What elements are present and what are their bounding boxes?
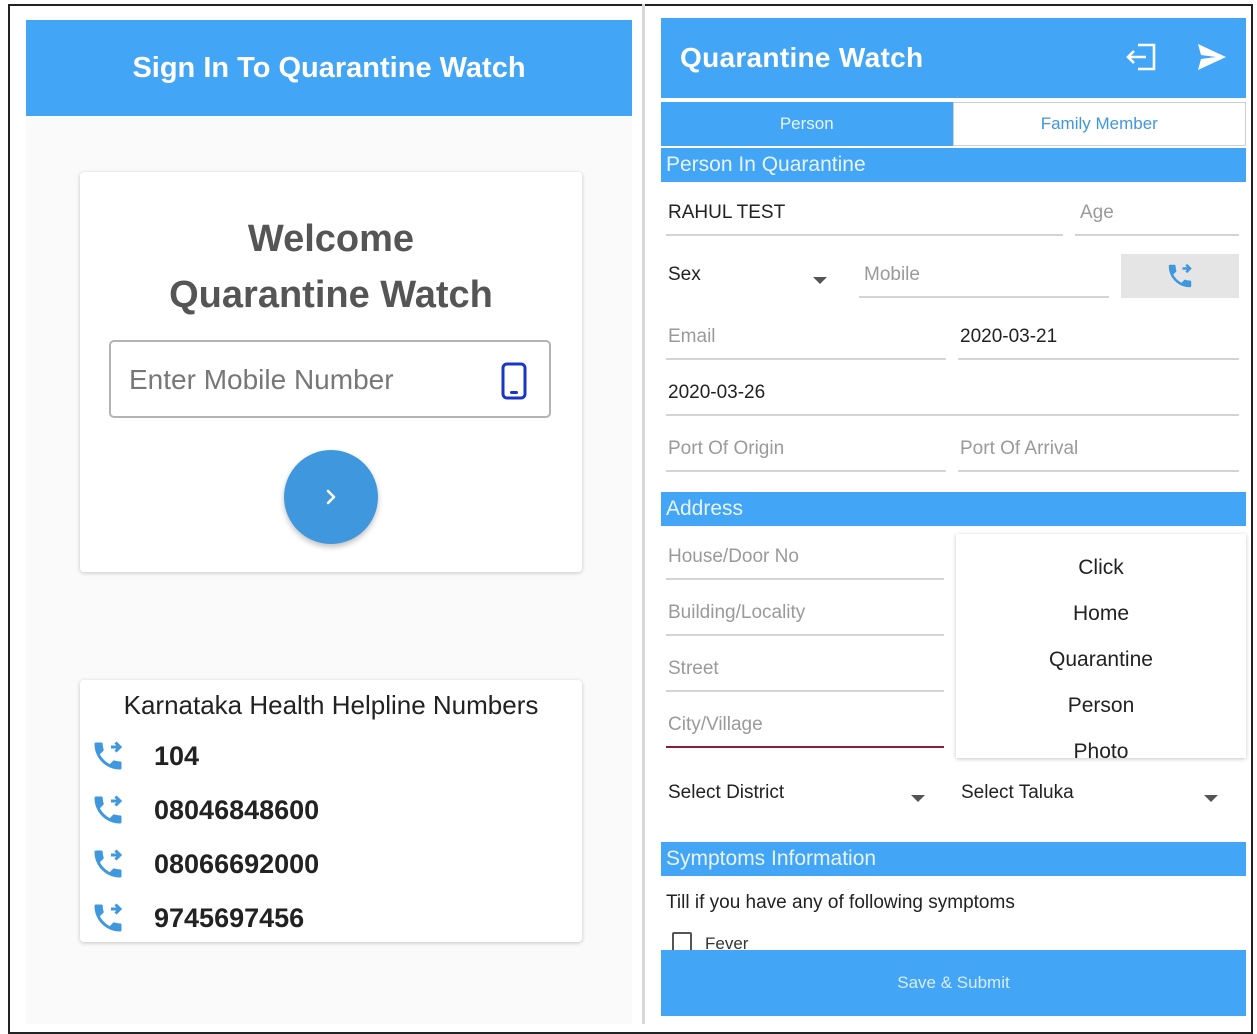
- phone-forward-icon: [94, 903, 123, 932]
- helpline-number: 9745697456: [154, 902, 305, 933]
- taluka-label: Select Taluka: [961, 782, 1074, 803]
- send-icon[interactable]: [1196, 42, 1228, 77]
- district-label: Select District: [668, 782, 785, 803]
- house-door-field[interactable]: House/Door No: [666, 546, 944, 580]
- date-field-1[interactable]: 2020-03-21: [958, 326, 1239, 360]
- form-app-title: Quarantine Watch: [680, 42, 924, 73]
- person-section-header: Person In Quarantine: [661, 148, 1246, 182]
- save-submit-button[interactable]: Save & Submit: [661, 950, 1246, 1016]
- signin-title: Sign In To Quarantine Watch: [132, 51, 526, 84]
- street-field[interactable]: Street: [666, 658, 944, 692]
- screen-divider: [642, 4, 645, 1024]
- welcome-heading-line1: Welcome: [247, 218, 415, 260]
- sex-dropdown[interactable]: Sex: [666, 264, 836, 298]
- date-field-2[interactable]: 2020-03-26: [666, 382, 1239, 416]
- address-section-header: Address: [661, 492, 1246, 526]
- quarantine-form-screen: Quarantine Watch Person Family Member Pe…: [661, 18, 1246, 1024]
- mobile-field[interactable]: Mobile: [859, 264, 1109, 298]
- home-quarantine-photo-button[interactable]: Click Home Quarantine Person Photo: [956, 534, 1246, 763]
- district-dropdown-arrow-icon: [911, 795, 925, 802]
- phone-forward-icon: [94, 795, 123, 824]
- photo-label-line: Quarantine: [1049, 648, 1153, 671]
- chevron-right-icon: [326, 489, 336, 505]
- symptoms-section-header: Symptoms Information: [661, 842, 1246, 876]
- save-submit-label: Save & Submit: [897, 973, 1010, 992]
- mobile-number-input[interactable]: [127, 360, 491, 400]
- sex-label: Sex: [668, 264, 701, 285]
- helpline-row[interactable]: 104: [90, 736, 199, 776]
- signin-screen: Sign In To Quarantine Watch Welcome Quar…: [26, 20, 632, 1024]
- helpline-number: 08066692000: [154, 848, 320, 879]
- helpline-title: Karnataka Health Helpline Numbers: [123, 690, 539, 720]
- phone-forward-icon: [1168, 263, 1192, 288]
- phone-forward-icon: [94, 849, 123, 878]
- tab-person[interactable]: Person: [661, 102, 953, 146]
- welcome-card: Welcome Quarantine Watch: [80, 172, 582, 572]
- photo-label-line: Person: [1067, 694, 1135, 717]
- district-dropdown[interactable]: Select District: [666, 782, 936, 816]
- mobile-phone-icon: [501, 362, 527, 405]
- logout-icon[interactable]: [1124, 40, 1160, 79]
- name-field[interactable]: RAHUL TEST: [666, 202, 1063, 236]
- fever-checkbox[interactable]: [672, 932, 692, 952]
- helpline-card: Karnataka Health Helpline Numbers 104 08…: [80, 680, 582, 942]
- city-village-field[interactable]: City/Village: [666, 714, 944, 748]
- address-fields: House/Door No Building/Locality Street C…: [661, 534, 949, 758]
- helpline-row[interactable]: 08046848600: [90, 790, 319, 830]
- symptoms-prompt: Till if you have any of following sympto…: [666, 892, 1015, 913]
- photo-label-line: Click: [1078, 556, 1124, 579]
- tab-family-member[interactable]: Family Member: [952, 102, 1246, 146]
- taluka-dropdown[interactable]: Select Taluka: [959, 782, 1229, 816]
- helpline-row[interactable]: 9745697456: [90, 898, 304, 938]
- form-app-bar: Quarantine Watch: [661, 18, 1246, 98]
- form-tabs: Person Family Member: [661, 102, 1246, 146]
- sex-dropdown-arrow-icon: [813, 277, 827, 284]
- welcome-heading-line2: Quarantine Watch: [169, 274, 493, 316]
- phone-forward-icon: [94, 741, 123, 770]
- signin-app-bar: Sign In To Quarantine Watch: [26, 20, 632, 116]
- age-field[interactable]: Age: [1075, 202, 1239, 236]
- helpline-number: 104: [154, 740, 200, 771]
- next-button[interactable]: [284, 450, 378, 544]
- email-field[interactable]: Email: [666, 326, 946, 360]
- helpline-number: 08046848600: [154, 794, 320, 825]
- photo-label-line: Photo: [1073, 740, 1129, 763]
- taluka-dropdown-arrow-icon: [1204, 795, 1218, 802]
- helpline-row[interactable]: 08066692000: [90, 844, 319, 884]
- photo-label-line: Home: [1072, 602, 1130, 625]
- call-button[interactable]: [1121, 254, 1239, 298]
- port-of-arrival-field[interactable]: Port Of Arrival: [958, 438, 1239, 472]
- building-locality-field[interactable]: Building/Locality: [666, 602, 944, 636]
- port-of-origin-field[interactable]: Port Of Origin: [666, 438, 946, 472]
- mobile-number-field[interactable]: [109, 340, 551, 418]
